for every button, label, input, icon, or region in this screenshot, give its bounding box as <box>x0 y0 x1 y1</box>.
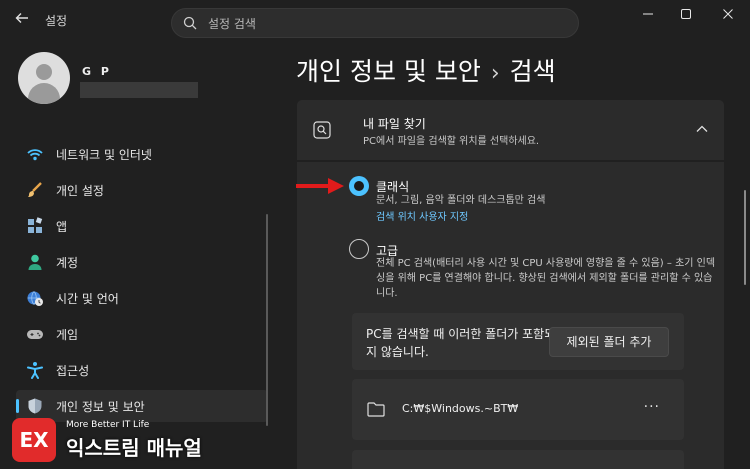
watermark-logo: EX <box>12 418 56 462</box>
search-placeholder: 설정 검색 <box>208 17 256 31</box>
breadcrumb: 개인 정보 및 보안 › 검색 <box>296 52 556 88</box>
shield-icon <box>28 398 42 414</box>
enhanced-option-desc: 전체 PC 검색(배터리 사용 시간 및 CPU 사용량에 영향을 줄 수 있음… <box>376 258 716 299</box>
minimize-icon[interactable] <box>637 8 659 24</box>
search-square-icon <box>313 121 331 139</box>
more-options-button[interactable]: ··· <box>644 399 660 415</box>
chevron-up-icon[interactable] <box>694 121 710 137</box>
watermark: EX More Better IT Life 익스트림 매뉴얼 <box>6 414 218 464</box>
apps-icon <box>28 217 43 233</box>
account-icon <box>28 254 42 270</box>
folder-path: C:₩$Windows.~BT₩ <box>402 402 519 415</box>
avatar[interactable] <box>18 52 70 104</box>
classic-radio[interactable] <box>349 176 369 196</box>
sidebar-item-label: 네트워크 및 인터넷 <box>56 148 152 162</box>
watermark-name: 익스트림 매뉴얼 <box>66 436 202 460</box>
search-icon <box>183 16 197 30</box>
annotation-arrow-icon <box>296 178 344 194</box>
customize-search-locations-link[interactable]: 검색 위치 사용자 지정 <box>376 208 468 223</box>
find-files-title: 내 파일 찾기 <box>363 117 426 131</box>
sidebar-scrollbar[interactable] <box>266 214 268 426</box>
sidebar-item-label: 게임 <box>56 328 79 342</box>
excluded-folder-row <box>352 450 684 469</box>
add-excluded-folder-button[interactable]: 제외된 폴더 추가 <box>549 327 669 357</box>
accessibility-icon <box>27 362 43 379</box>
search-input[interactable]: 설정 검색 <box>171 8 579 38</box>
brush-icon <box>28 182 42 197</box>
sidebar-item-label: 시간 및 언어 <box>56 292 119 306</box>
page-title: 검색 <box>509 57 556 86</box>
wifi-icon <box>27 149 43 161</box>
excluded-folders-panel: PC를 검색할 때 이러한 폴더가 포함되지 않습니다. 제외된 폴더 추가 <box>352 313 684 370</box>
sidebar-item-label: 앱 <box>56 220 68 234</box>
user-email-redacted <box>80 82 198 98</box>
sidebar-item-time-language[interactable]: 시간 및 언어 <box>16 282 268 314</box>
app-title: 설정 <box>45 14 68 28</box>
enhanced-radio[interactable] <box>349 239 369 259</box>
sidebar-item-label: 계정 <box>56 256 79 270</box>
sidebar-item-gaming[interactable]: 게임 <box>16 318 268 350</box>
title-bar: 설정 설정 검색 <box>0 0 750 40</box>
sidebar-item-network[interactable]: 네트워크 및 인터넷 <box>16 138 268 170</box>
sidebar-item-accessibility[interactable]: 접근성 <box>16 354 268 386</box>
sidebar-item-label: 접근성 <box>56 364 90 378</box>
active-indicator <box>16 399 19 413</box>
breadcrumb-separator: › <box>490 61 500 86</box>
main-scrollbar[interactable] <box>744 190 746 285</box>
find-files-header[interactable]: 내 파일 찾기 PC에서 파일을 검색할 위치를 선택하세요. <box>297 100 724 160</box>
breadcrumb-parent[interactable]: 개인 정보 및 보안 <box>296 57 481 86</box>
folder-icon <box>367 402 385 417</box>
maximize-icon[interactable] <box>675 8 697 24</box>
user-name: G P <box>82 65 112 78</box>
excluded-folders-text: PC를 검색할 때 이러한 폴더가 포함되지 않습니다. <box>366 327 556 359</box>
sidebar-item-label: 개인 설정 <box>56 184 104 198</box>
sidebar-item-apps[interactable]: 앱 <box>16 210 268 242</box>
watermark-tagline: More Better IT Life <box>66 420 150 430</box>
back-arrow-icon[interactable] <box>12 10 32 30</box>
classic-option-desc: 문서, 그림, 음악 폴더와 데스크톱만 검색 <box>376 195 546 206</box>
sidebar-item-label: 개인 정보 및 보안 <box>56 400 145 414</box>
excluded-folder-row: C:₩$Windows.~BT₩ ··· <box>352 379 684 440</box>
globe-clock-icon <box>27 291 43 306</box>
close-icon[interactable] <box>717 8 739 24</box>
sidebar: G P 네트워크 및 인터넷 개인 설정 앱 계정 시간 및 언어 게임 접근성… <box>0 40 282 469</box>
find-files-subtitle: PC에서 파일을 검색할 위치를 선택하세요. <box>363 136 540 147</box>
sidebar-item-accounts[interactable]: 계정 <box>16 246 268 278</box>
sidebar-item-personalization[interactable]: 개인 설정 <box>16 174 268 206</box>
gamepad-icon <box>27 330 43 339</box>
avatar-person-icon <box>36 64 52 80</box>
